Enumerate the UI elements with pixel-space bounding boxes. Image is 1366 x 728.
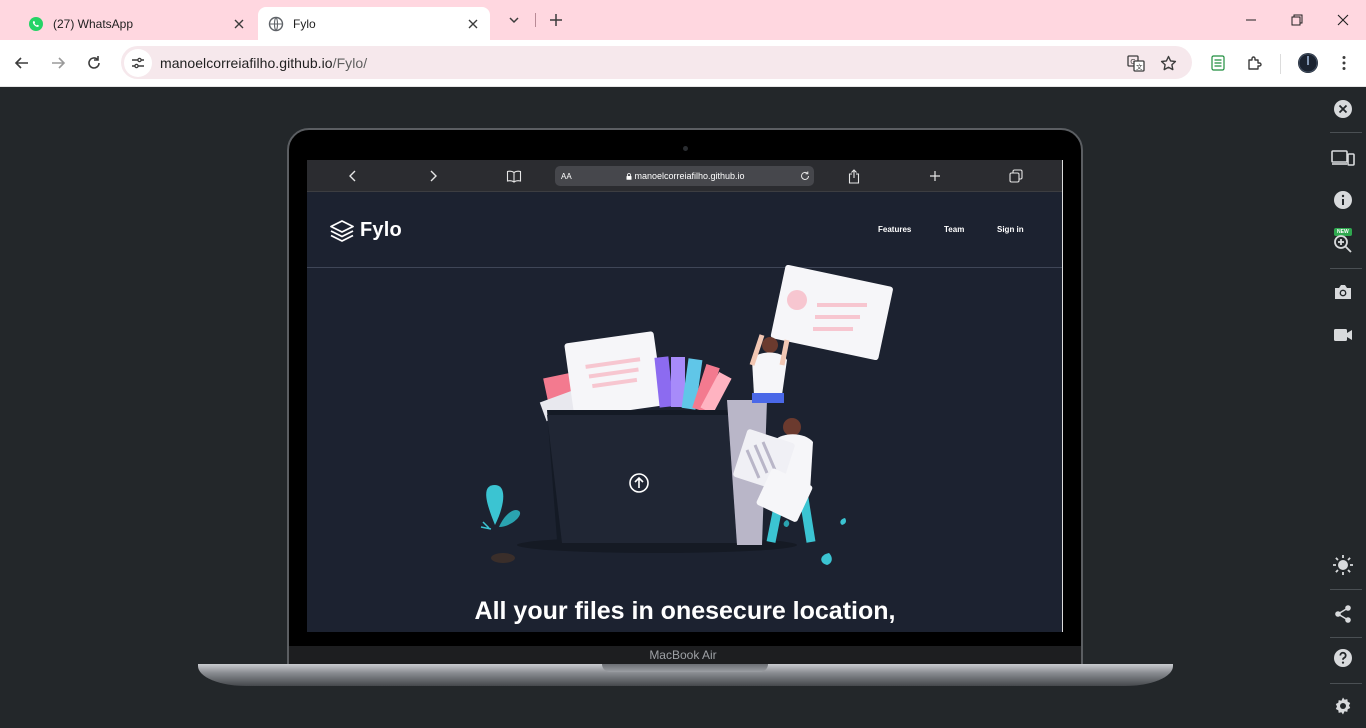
hero-illustration (480, 265, 893, 565)
device-model-label: MacBook Air (649, 648, 717, 662)
profile-avatar-icon[interactable] (1294, 49, 1322, 77)
url-host: manoelcorreiafilho.github.io (160, 54, 333, 71)
zoom-in-icon[interactable] (1328, 229, 1358, 259)
device-screen: AA manoelcorreiafilho.github.io Fylo Fea… (307, 160, 1063, 632)
info-icon[interactable] (1328, 185, 1358, 215)
upload-folder (547, 400, 757, 543)
extensions-puzzle-icon[interactable] (1240, 49, 1268, 77)
close-tab-icon[interactable] (462, 13, 484, 35)
menu-kebab-icon[interactable] (1330, 49, 1358, 77)
bookmark-star-icon[interactable] (1154, 49, 1182, 77)
safari-new-tab-icon[interactable] (924, 166, 946, 186)
close-tab-icon[interactable] (228, 13, 250, 35)
text-size-button[interactable]: AA (561, 172, 575, 181)
devices-icon[interactable] (1328, 143, 1358, 173)
forward-arrow-icon[interactable] (44, 49, 72, 77)
reload-icon[interactable] (80, 49, 108, 77)
panel-separator (1330, 268, 1362, 269)
tab-strip: (27) WhatsApp Fylo (0, 0, 1366, 40)
close-icon[interactable] (1328, 94, 1358, 124)
safari-forward-icon[interactable] (422, 166, 444, 186)
safari-tabs-icon[interactable] (1005, 166, 1027, 186)
address-bar[interactable]: manoelcorreiafilho.github.io/Fylo/ G文 (121, 46, 1192, 79)
help-icon[interactable] (1328, 643, 1358, 673)
safari-back-icon[interactable] (342, 166, 364, 186)
whatsapp-icon (28, 16, 44, 32)
restore-window-icon[interactable] (1274, 0, 1320, 40)
panel-separator (1330, 637, 1362, 638)
tab-title: Fylo (293, 16, 316, 31)
fylo-header: Fylo Features Team Sign in (307, 193, 1062, 268)
tab-fylo[interactable]: Fylo (258, 7, 490, 40)
toolbar-divider (1280, 54, 1281, 74)
safari-reload-icon[interactable] (796, 171, 814, 181)
tab-search-chevron-icon[interactable] (500, 8, 528, 32)
laptop-opening-lip (602, 664, 768, 672)
nav-sign-in-link[interactable]: Sign in (997, 225, 1024, 234)
back-arrow-icon[interactable] (8, 49, 36, 77)
camera-icon[interactable] (1328, 277, 1358, 307)
svg-text:文: 文 (1136, 62, 1143, 71)
safari-share-icon[interactable] (843, 166, 865, 186)
site-settings-icon[interactable] (124, 48, 152, 77)
panel-separator (1330, 132, 1362, 133)
nav-features-link[interactable]: Features (878, 225, 911, 234)
sheets-extension-icon[interactable] (1204, 49, 1232, 77)
hero-headline: All your files in onesecure location, (474, 597, 896, 625)
new-tab-plus-icon[interactable] (542, 8, 570, 32)
fylo-logo[interactable]: Fylo (330, 219, 402, 242)
safari-bookmarks-book-icon[interactable] (503, 166, 525, 186)
person-holding-card (749, 265, 893, 403)
device-tools-panel: NEW (1320, 87, 1366, 728)
fylo-layers-icon (330, 219, 354, 242)
url-text: manoelcorreiafilho.github.io/Fylo/ (160, 55, 367, 71)
url-path: /Fylo/ (332, 54, 368, 71)
nav-team-link[interactable]: Team (944, 225, 964, 234)
document-sheet (564, 331, 664, 418)
safari-host: manoelcorreiafilho.github.io (634, 171, 745, 181)
tab-divider (535, 13, 536, 27)
camera-dot (683, 146, 688, 151)
safari-host-text: manoelcorreiafilho.github.io (575, 171, 796, 181)
minimize-window-icon[interactable] (1228, 0, 1274, 40)
tab-whatsapp[interactable]: (27) WhatsApp (16, 7, 256, 40)
plant-left (480, 485, 521, 563)
color-swatch-fan (654, 356, 732, 414)
browser-toolbar: manoelcorreiafilho.github.io/Fylo/ G文 (0, 40, 1366, 87)
brightness-icon[interactable] (1328, 550, 1358, 580)
globe-icon (268, 16, 284, 32)
share-icon[interactable] (1328, 599, 1358, 629)
fylo-brand: Fylo (360, 219, 402, 241)
settings-icon[interactable] (1328, 691, 1358, 721)
panel-separator (1330, 683, 1362, 684)
tab-title: (27) WhatsApp (53, 16, 134, 31)
safari-toolbar: AA manoelcorreiafilho.github.io (307, 160, 1062, 192)
translate-icon[interactable]: G文 (1122, 49, 1150, 77)
lock-icon (626, 173, 632, 180)
panel-separator (1330, 589, 1362, 590)
video-icon[interactable] (1328, 320, 1358, 350)
leaves-right (783, 518, 846, 565)
close-window-icon[interactable] (1320, 0, 1366, 40)
safari-address-bar[interactable]: AA manoelcorreiafilho.github.io (555, 166, 814, 186)
